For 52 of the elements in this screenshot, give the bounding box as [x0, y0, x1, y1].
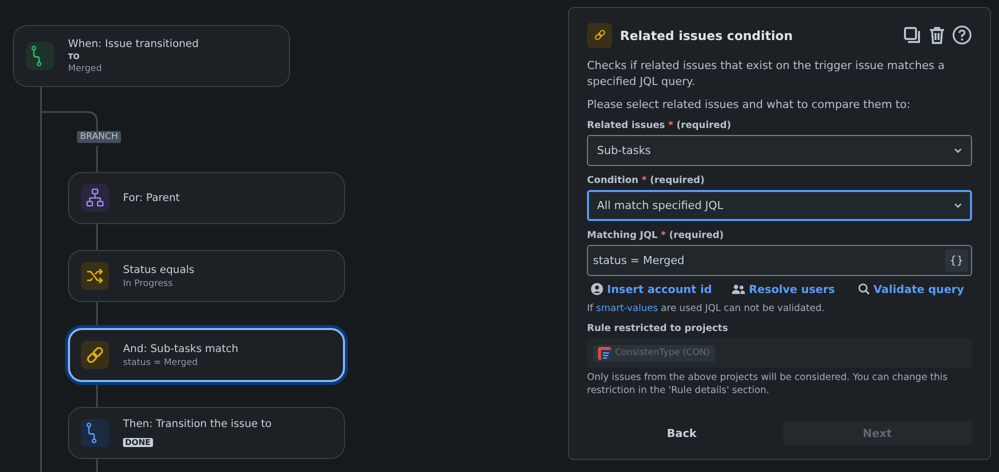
connector-line [96, 302, 98, 326]
connector-line [96, 224, 98, 250]
card-title: Status equals [123, 264, 194, 276]
project-icon [598, 346, 611, 360]
connector-line [96, 459, 98, 472]
branch-tag: BRANCH [77, 131, 122, 143]
section-label: Rule restricted to projects [587, 323, 729, 334]
connector-line [96, 384, 98, 407]
help-text: Only issues from the above projects will be considered. You can change this restriction in the 'Rule details' section. [587, 371, 949, 397]
panel-title: Related issues condition [620, 28, 794, 42]
smart-values-link[interactable]: smart-values [596, 303, 658, 314]
hierarchy-icon [81, 184, 109, 212]
select-field[interactable]: All match specified JQL [587, 190, 972, 221]
chevron-down-icon [954, 148, 962, 153]
link[interactable]: Resolve users [732, 282, 835, 296]
link[interactable]: Validate query [858, 282, 964, 296]
user-icon [591, 283, 603, 295]
help-icon[interactable] [952, 25, 972, 45]
field-label: Related issues * (required) [587, 120, 732, 131]
rule-card[interactable]: Then: Transition the issue to DONE [68, 407, 345, 459]
trash-icon[interactable] [927, 25, 947, 45]
card-title: Then: Transition the issue to [123, 418, 272, 430]
search-icon [858, 283, 870, 295]
people-icon [732, 284, 745, 294]
select-field[interactable]: Sub-tasks [587, 135, 972, 166]
card-subtitle: Merged [68, 64, 103, 74]
card-title: When: Issue transitioned [68, 38, 199, 50]
card-title: For: Parent [123, 192, 180, 204]
rule-card[interactable]: And: Sub-tasks match status = Merged [68, 328, 345, 382]
note-text: If smart-values are used JQL can not be validated. [587, 303, 826, 314]
field-label: Condition * (required) [587, 175, 706, 186]
smart-value-button[interactable]: {} [945, 249, 968, 272]
connector-line [96, 146, 98, 172]
route-icon [26, 42, 54, 70]
description-text: Checks if related issues that exist on the trigger issue matches a specified JQL query. [587, 58, 946, 90]
rule-card[interactable]: Status equals In Progress [68, 250, 345, 302]
card-title: And: Sub-tasks match [123, 342, 238, 354]
chevron-down-icon [954, 203, 962, 208]
project-chip: ConsistenType (CON) [593, 344, 715, 362]
input-field[interactable]: status = Merged {} [587, 245, 972, 276]
route-icon [81, 419, 109, 447]
card-subtitle: In Progress [123, 278, 174, 288]
status-lozenge: DONE [123, 438, 153, 446]
rule-card[interactable]: For: Parent [68, 172, 345, 224]
copy-icon[interactable] [902, 25, 922, 45]
field-label: Matching JQL * (required) [587, 230, 725, 241]
shuffle-icon [81, 262, 109, 290]
link[interactable]: Insert account id [591, 282, 712, 296]
back-button[interactable]: Back [587, 421, 776, 445]
link-icon [81, 341, 109, 369]
card-subtitle: status = Merged [123, 358, 199, 368]
prompt-text: Please select related issues and what to compare them to: [587, 98, 912, 111]
